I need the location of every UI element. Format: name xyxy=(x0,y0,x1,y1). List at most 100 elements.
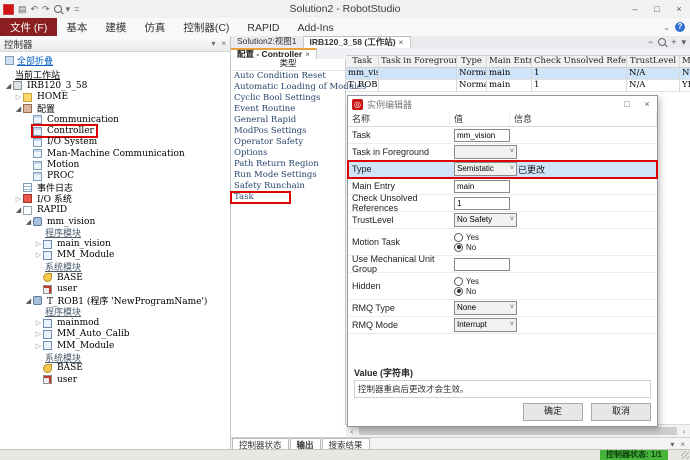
tree-item[interactable]: 系统模块 xyxy=(0,261,230,272)
tree-item[interactable]: 当前工作站 xyxy=(0,69,230,80)
hidden-radio-no[interactable]: No xyxy=(454,287,514,296)
dialog-title-bar[interactable]: ◎ 实例编辑器 □ × xyxy=(348,96,657,113)
minimize-button[interactable]: – xyxy=(624,0,646,18)
tree-item[interactable]: Controller xyxy=(0,125,230,136)
window-menu-caret-icon[interactable]: ▾ xyxy=(681,37,686,48)
scrollbar-thumb[interactable] xyxy=(359,427,677,435)
expanded-arrow-icon[interactable]: ◢ xyxy=(14,105,23,113)
tree-item[interactable]: ▷I/O 系统 xyxy=(0,193,230,204)
ribbon-tab--c-[interactable]: 控制器(C) xyxy=(174,18,238,36)
collapsed-arrow-icon[interactable]: ▷ xyxy=(14,195,23,203)
close-button[interactable]: × xyxy=(668,0,690,18)
tab-config-controller[interactable]: 配置 - Controller × xyxy=(231,48,317,59)
tree-item[interactable]: Motion xyxy=(0,159,230,170)
collapse-ribbon-caret-icon[interactable]: ⌄ xyxy=(663,23,670,32)
expanded-arrow-icon[interactable]: ◢ xyxy=(24,218,33,226)
save-icon[interactable]: ▤ xyxy=(18,4,27,14)
tree-item[interactable]: 程序模块 xyxy=(0,227,230,238)
table-row[interactable]: mm_visionNormalmain1N/ANO xyxy=(346,68,690,80)
trustlevel-dropdown[interactable]: No Safety˅ xyxy=(454,213,517,227)
tab-close-icon[interactable]: × xyxy=(305,50,310,59)
tree-item[interactable]: ◢IRB120_3_58 xyxy=(0,80,230,91)
ribbon-tab--[interactable]: 仿真 xyxy=(135,18,174,36)
type-item-auto-condition-reset[interactable]: Auto Condition Reset xyxy=(231,71,345,82)
tree-item[interactable]: ▷MM_Module xyxy=(0,250,230,261)
type-item-automatic-loading-of-modules[interactable]: Automatic Loading of Modules xyxy=(231,82,345,93)
type-item-run-mode-settings[interactable]: Run Mode Settings xyxy=(231,170,345,181)
file-tab[interactable]: 文件 (F) xyxy=(0,18,57,36)
main-entry-input[interactable]: main xyxy=(454,180,510,193)
collapsed-arrow-icon[interactable]: ▷ xyxy=(34,240,43,248)
zoom-out-icon[interactable]: − xyxy=(648,37,653,47)
collapse-all-link[interactable]: 全部折叠 xyxy=(0,52,230,68)
motion-task-radio-yes[interactable]: Yes xyxy=(454,233,514,242)
dialog-maximize-button[interactable]: □ xyxy=(617,96,637,113)
close-icon[interactable]: × xyxy=(221,39,226,48)
tree-item[interactable]: Communication xyxy=(0,114,230,125)
task-in-foreground-dropdown[interactable]: ˅ xyxy=(454,145,517,159)
tree-item[interactable]: ◢T_ROB1 (程序 'NewProgramName') xyxy=(0,295,230,306)
scroll-right-icon[interactable]: › xyxy=(678,427,690,436)
type-item-event-routine[interactable]: Event Routine xyxy=(231,104,345,115)
use-mechanical-unit-group-input[interactable] xyxy=(454,258,510,271)
type-item-operator-safety[interactable]: Operator Safety xyxy=(231,137,345,148)
expanded-arrow-icon[interactable]: ◢ xyxy=(4,82,13,90)
controller-status-badge[interactable]: 控制器状态: 1/1 xyxy=(600,450,668,460)
tree-item[interactable]: ◢mm_vision xyxy=(0,216,230,227)
collapsed-arrow-icon[interactable]: ▷ xyxy=(14,93,23,101)
tree-item[interactable]: I/O System xyxy=(0,137,230,148)
tree-item[interactable]: Man-Machine Communication xyxy=(0,148,230,159)
collapsed-arrow-icon[interactable]: ▷ xyxy=(34,342,43,350)
type-item-general-rapid[interactable]: General Rapid xyxy=(231,115,345,126)
tree-item[interactable]: ▷MM_Auto_Calib xyxy=(0,329,230,340)
rmq-type-dropdown[interactable]: None˅ xyxy=(454,301,517,315)
doc-tab-irb120_3_58-[interactable]: IRB120_3_58 (工作站)× xyxy=(304,36,411,48)
tree-item[interactable]: 系统模块 xyxy=(0,351,230,362)
rmq-mode-dropdown[interactable]: Interrupt˅ xyxy=(454,318,517,332)
dialog-close-button[interactable]: × xyxy=(637,96,657,113)
zoom-icon[interactable] xyxy=(658,38,666,46)
table-row[interactable]: T_ROB1Normalmain1N/AYES xyxy=(346,80,690,92)
tree-item[interactable]: ◢配置 xyxy=(0,103,230,114)
scroll-left-icon[interactable]: ‹ xyxy=(346,427,358,436)
type-item-cyclic-bool-settings[interactable]: Cyclic Bool Settings xyxy=(231,93,345,104)
motion-task-radio-no[interactable]: No xyxy=(454,243,514,252)
type-item-options[interactable]: Options xyxy=(231,148,345,159)
cancel-button[interactable]: 取消 xyxy=(591,403,651,421)
tree-item[interactable]: ◢RAPID xyxy=(0,205,230,216)
tree-item[interactable]: ▷MM_Module xyxy=(0,340,230,351)
type-item-path-return-region[interactable]: Path Return Region xyxy=(231,159,345,170)
task-input[interactable]: mm_vision xyxy=(454,129,510,142)
expanded-arrow-icon[interactable]: ◢ xyxy=(14,206,23,214)
ribbon-tab--[interactable]: 建模 xyxy=(96,18,135,36)
collapsed-arrow-icon[interactable]: ▷ xyxy=(34,251,43,259)
tree-item[interactable]: ▷main_vision xyxy=(0,238,230,249)
hidden-radio-yes[interactable]: Yes xyxy=(454,277,514,286)
ok-button[interactable]: 确定 xyxy=(523,403,583,421)
undo-icon[interactable]: ↶ xyxy=(31,4,39,14)
pin-icon[interactable]: ▾ xyxy=(211,39,215,48)
doc-tab-solution2-1[interactable]: Solution2:视图1 xyxy=(231,36,304,48)
expanded-arrow-icon[interactable]: ◢ xyxy=(24,297,33,305)
tree-item[interactable]: 程序模块 xyxy=(0,306,230,317)
collapsed-arrow-icon[interactable]: ▷ xyxy=(34,319,43,327)
zoom-icon[interactable] xyxy=(54,5,62,13)
tree-item[interactable]: user xyxy=(0,374,230,385)
tree-item[interactable]: ▷mainmod xyxy=(0,318,230,329)
tree-item[interactable]: BASE xyxy=(0,272,230,283)
close-icon[interactable]: × xyxy=(680,440,685,449)
maximize-button[interactable]: □ xyxy=(646,0,668,18)
type-item-task[interactable]: Task xyxy=(231,192,290,203)
redo-icon[interactable]: ↷ xyxy=(42,4,50,14)
tree-item[interactable]: BASE xyxy=(0,363,230,374)
resize-grip[interactable] xyxy=(681,451,689,459)
help-icon[interactable]: ? xyxy=(675,22,685,32)
ribbon-tab-rapid[interactable]: RAPID xyxy=(238,18,288,36)
toolbar-more-icon[interactable]: = xyxy=(74,4,79,14)
type-dropdown[interactable]: Semistatic˅ xyxy=(454,162,517,176)
ribbon-tab-add-ins[interactable]: Add-Ins xyxy=(289,18,343,36)
type-item-modpos-settings[interactable]: ModPos Settings xyxy=(231,126,345,137)
tab-close-icon[interactable]: × xyxy=(399,37,404,47)
collapsed-arrow-icon[interactable]: ▷ xyxy=(34,330,43,338)
pin-icon[interactable]: ▾ xyxy=(670,440,674,449)
